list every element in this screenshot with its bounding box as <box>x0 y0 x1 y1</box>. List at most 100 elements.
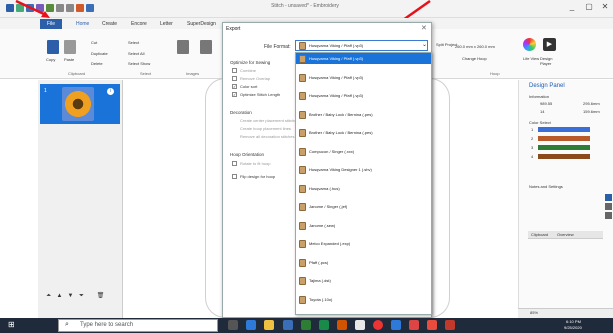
gmail-icon[interactable] <box>409 320 419 330</box>
dropdown-item-label: Husqvarna Viking / Pfaff (.vp3) <box>309 56 364 61</box>
paste-icon[interactable] <box>64 40 76 54</box>
change-hoop-button[interactable]: Change Hoop <box>462 56 487 61</box>
app-icon-7[interactable] <box>427 320 437 330</box>
delete-button[interactable]: Delete <box>91 61 103 66</box>
customize-icon[interactable] <box>86 4 94 12</box>
app-icon-6[interactable] <box>391 320 401 330</box>
remove-overlap-checkbox[interactable] <box>232 76 237 81</box>
gear-icon[interactable] <box>605 203 612 210</box>
duplicate-button[interactable]: Duplicate <box>91 51 108 56</box>
clock-time[interactable]: 6:10 PM <box>566 319 581 324</box>
hoop-size-text: 260.0 mm x 260.0 mm <box>455 44 495 49</box>
edge-icon[interactable] <box>246 320 256 330</box>
paste-label: Paste <box>64 57 75 62</box>
combine-checkbox[interactable] <box>232 68 237 73</box>
format-file-icon <box>299 203 306 211</box>
tab-clipboard[interactable]: Clipboard <box>531 232 548 237</box>
clock-date[interactable]: 9/25/2020 <box>564 325 582 330</box>
tab-home[interactable]: Home <box>76 21 89 27</box>
combine-label: Combine <box>240 68 257 73</box>
windows-start-icon[interactable]: ⊞ <box>8 320 18 330</box>
dropdown-item-label: Brother / Baby Lock / Bernina (.pes) <box>309 130 373 135</box>
dropdown-item-label: Husqvarna Viking / Pfaff (.vp3) <box>309 93 364 98</box>
close-window-button[interactable]: ✕ <box>598 2 612 11</box>
design-panel-title: Design Panel <box>529 83 565 89</box>
color-num-3: 3 <box>531 145 534 150</box>
color-swatch-1[interactable] <box>538 127 590 132</box>
acrobat-icon[interactable] <box>445 320 455 330</box>
thumbnail-info-icon[interactable]: i <box>107 88 114 95</box>
tab-file[interactable]: File <box>40 19 62 29</box>
print-icon[interactable] <box>76 4 84 12</box>
move-down-button[interactable]: ▼ <box>66 292 75 301</box>
file-format-label: File Format: <box>264 44 291 50</box>
tab-superdesign[interactable]: SuperDesign <box>187 21 216 27</box>
info-h: 295.6mm <box>583 101 600 106</box>
undo-icon[interactable] <box>56 4 64 12</box>
app-icon-3[interactable] <box>319 320 329 330</box>
dec3-label[interactable]: Remove all decoration stitches <box>240 134 294 139</box>
group-clipboard: Clipboard <box>68 71 86 76</box>
color-num-2: 2 <box>531 136 534 141</box>
thumbnail-number: 1 <box>44 88 47 94</box>
dropdown-item-label: Pfaff (.pcs) <box>309 259 329 265</box>
crop-icon[interactable] <box>200 40 212 54</box>
select-show-button[interactable]: Select Show <box>128 61 150 66</box>
search-icon: ⌕ <box>65 321 69 328</box>
move-up-button[interactable]: ▲ <box>55 292 64 301</box>
copy-label: Copy <box>46 57 56 62</box>
chevron-down-icon[interactable]: ⌄ <box>422 41 427 48</box>
color-select-heading: Color Select <box>529 120 551 125</box>
life-view-label: Life View <box>523 56 540 61</box>
search-placeholder: Type here to search <box>80 322 134 328</box>
tab-overview[interactable]: Overview <box>557 232 574 237</box>
dec1-label[interactable]: Create center placement stitches <box>240 118 298 123</box>
tab-letter[interactable]: Letter <box>160 21 173 27</box>
flip-checkbox[interactable] <box>232 174 237 179</box>
optimize-stitch-label: Optimize Stitch Length <box>240 92 281 97</box>
color-num-1: 1 <box>531 127 534 132</box>
move-last-button[interactable]: ⏷ <box>77 292 86 301</box>
color-swatch-4[interactable] <box>538 154 590 159</box>
app-icon-1[interactable] <box>283 320 293 330</box>
select-all-button[interactable]: Select All <box>128 51 144 56</box>
maximize-button[interactable]: ▢ <box>582 2 596 11</box>
life-view-icon[interactable] <box>523 38 536 51</box>
dropdown-item-label: Compucon / Singer (.xxx) <box>309 148 355 154</box>
image-icon[interactable] <box>177 40 189 54</box>
color-swatch-2[interactable] <box>538 136 590 141</box>
dialog-close-icon[interactable]: ✕ <box>421 24 427 32</box>
explorer-icon[interactable] <box>264 320 274 330</box>
dropdown-item-label: Brother / Baby Lock / Bernina (.pes) <box>309 111 373 117</box>
flip-label: Flip design for hoop <box>240 174 276 179</box>
app-icon-2[interactable] <box>301 320 311 330</box>
optimize-stitch-checkbox[interactable]: ✓ <box>232 92 237 97</box>
dec2-label[interactable]: Create hoop placement lines <box>240 126 291 131</box>
dropdown-item-label: Melco Expanded (.exp) <box>309 241 351 246</box>
tab-encore[interactable]: Encore <box>131 21 147 27</box>
information-heading: Information <box>529 94 550 99</box>
rotate-checkbox[interactable] <box>232 161 237 166</box>
notes-settings-heading: Notes and Settings <box>529 184 563 189</box>
color-swatch-3[interactable] <box>538 145 590 150</box>
select-button[interactable]: Select <box>128 40 139 45</box>
format-file-icon <box>299 73 306 82</box>
color-sort-checkbox[interactable]: ✓ <box>232 84 237 89</box>
redo-icon[interactable] <box>66 4 74 12</box>
delete-design-icon[interactable]: 🗑 <box>96 292 105 301</box>
chrome-icon[interactable] <box>373 320 383 330</box>
play-icon[interactable]: ▶ <box>543 38 556 51</box>
format-file-icon <box>299 258 306 267</box>
minimize-button[interactable]: _ <box>565 2 579 11</box>
tab-create[interactable]: Create <box>102 21 117 27</box>
copy-icon[interactable] <box>47 40 59 54</box>
format-file-icon <box>299 55 306 63</box>
move-first-button[interactable]: ⏶ <box>44 292 53 301</box>
color-icon[interactable] <box>605 194 612 201</box>
pencil-icon[interactable] <box>605 212 612 219</box>
app-icon-4[interactable] <box>337 320 347 330</box>
zoom-level[interactable]: 85% <box>530 310 538 315</box>
task-view-icon[interactable] <box>228 320 238 330</box>
cut-button[interactable]: Cut <box>91 40 97 45</box>
app-icon-5[interactable] <box>355 320 365 330</box>
